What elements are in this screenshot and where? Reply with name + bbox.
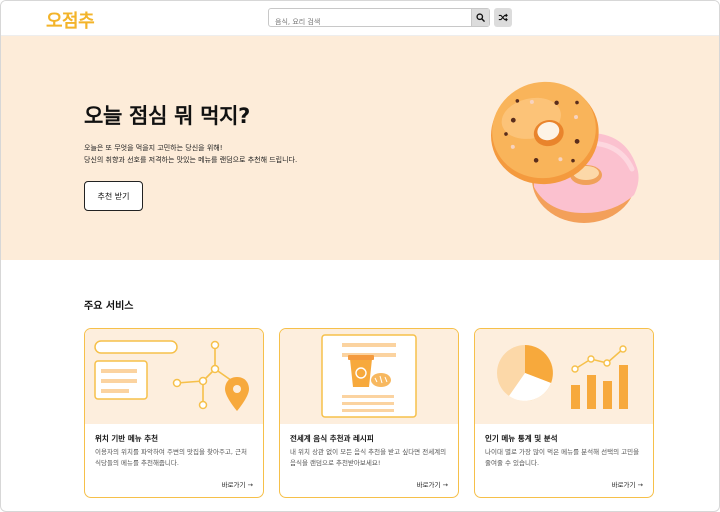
search-box — [268, 8, 490, 31]
hero-title: 오늘 점심 뭐 먹지? — [84, 104, 251, 128]
services-title: 주요 서비스 — [84, 301, 134, 312]
card-link[interactable]: 바로가기 → — [417, 479, 448, 489]
location-map-icon — [94, 340, 249, 411]
shuffle-button[interactable] — [494, 8, 512, 27]
app-window: 오점추 오늘 점심 뭐 먹지? 오늘은 또 무엇을 먹을지 고민하는 당신을 위… — [0, 0, 720, 512]
donut-illustration — [490, 81, 639, 223]
location-map-illustration — [85, 329, 263, 424]
top-nav: 오점추 — [1, 1, 719, 36]
service-card-world-food[interactable]: 전세계 음식 추천과 레시피 내 위치 상관 없이 모든 음식 추천을 받고 싶… — [279, 328, 459, 498]
hero-section: 오늘 점심 뭐 먹지? 오늘은 또 무엇을 먹을지 고민하는 당신을 위해! 당… — [1, 36, 719, 260]
stats-chart-icon — [497, 345, 628, 409]
card-description: 내 위치 상관 없이 모든 음식 추천을 받고 싶다면 전세계의 음식을 랜덤으… — [290, 448, 447, 467]
hero-description: 오늘은 또 무엇을 먹을지 고민하는 당신을 위해! 당신의 취향과 선호를 저… — [84, 142, 297, 166]
recommend-button[interactable]: 추천 받기 — [84, 181, 143, 211]
search-input[interactable] — [269, 13, 465, 31]
shuffle-icon — [498, 13, 508, 22]
card-description: 이용자의 위치를 파악하여 주변의 맛집을 찾아주고, 근처 식당들의 메뉴를 … — [95, 448, 248, 467]
search-button[interactable] — [471, 9, 489, 26]
logo[interactable]: 오점추 — [46, 7, 95, 33]
card-title: 전세계 음식 추천과 레시피 — [290, 434, 374, 443]
card-link[interactable]: 바로가기 → — [612, 479, 643, 489]
card-title: 인기 메뉴 통계 및 분석 — [485, 434, 558, 443]
service-card-location[interactable]: 위치 기반 메뉴 추천 이용자의 위치를 파악하여 주변의 맛집을 찾아주고, … — [84, 328, 264, 498]
stats-chart-illustration — [475, 329, 653, 424]
coffee-bread-icon — [321, 334, 417, 418]
hero-desc-line-2: 당신의 취향과 선호를 저격하는 맛있는 메뉴를 랜덤으로 추천해 드립니다. — [84, 156, 298, 164]
card-title: 위치 기반 메뉴 추천 — [95, 434, 159, 443]
service-card-stats[interactable]: 인기 메뉴 통계 및 분석 나이대 별로 가장 많이 먹은 메뉴를 분석해 선택… — [474, 328, 654, 498]
card-description: 나이대 별로 가장 많이 먹은 메뉴를 분석해 선택의 고민을 줄여줄 수 있습… — [485, 448, 640, 467]
hero-desc-line-1: 오늘은 또 무엇을 먹을지 고민하는 당신을 위해! — [84, 144, 223, 152]
coffee-bread-illustration — [280, 329, 458, 424]
card-link[interactable]: 바로가기 → — [222, 479, 253, 489]
search-icon — [476, 13, 485, 22]
